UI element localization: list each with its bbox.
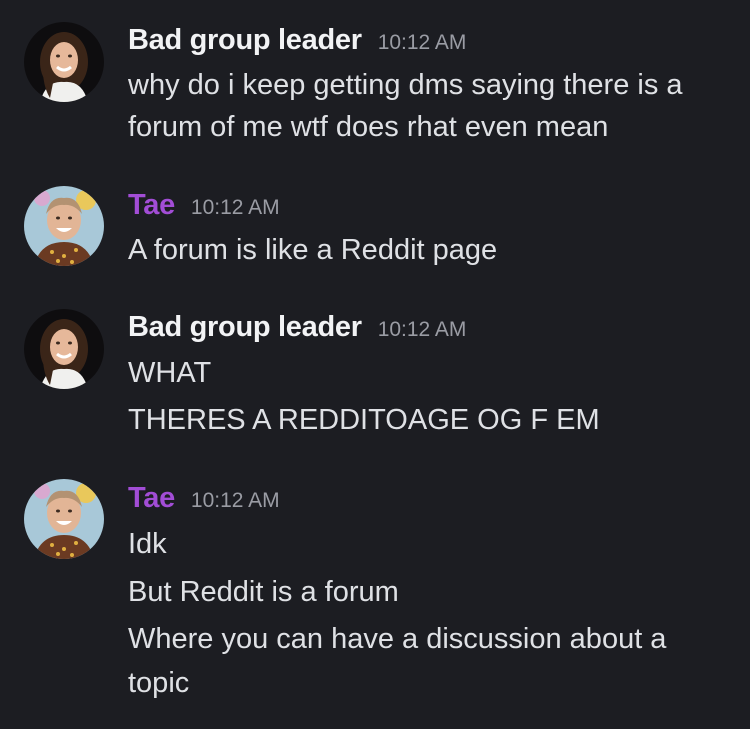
username[interactable]: Bad group leader (128, 311, 362, 344)
message-list: Bad group leader 10:12 AM why do i keep … (0, 0, 750, 729)
timestamp: 10:12 AM (377, 318, 467, 341)
avatar-photo-icon (24, 479, 104, 559)
avatar-photo-icon (24, 22, 104, 102)
user-avatar[interactable] (24, 479, 104, 559)
message-header: Bad group leader 10:12 AM (128, 24, 466, 64)
message-header: Tae 10:12 AM (128, 482, 280, 522)
user-avatar[interactable] (24, 309, 104, 389)
avatar-photo-icon (24, 309, 104, 389)
message-header: Bad group leader 10:12 AM (128, 311, 466, 351)
user-avatar[interactable] (24, 186, 104, 266)
message-text: But Reddit is a forum (128, 576, 399, 608)
message-text: THERES A REDDITOAGE OG F EM (128, 404, 600, 436)
username[interactable]: Tae (128, 189, 175, 222)
message-text: why do i keep getting dms saying there i… (128, 69, 683, 101)
message-text: Where you can have a discussion about a (128, 623, 667, 655)
message-text: topic (128, 667, 190, 699)
timestamp: 10:12 AM (190, 489, 280, 512)
timestamp: 10:12 AM (377, 31, 467, 54)
timestamp: 10:12 AM (190, 196, 280, 219)
avatar-photo-icon (24, 186, 104, 266)
user-avatar[interactable] (24, 22, 104, 102)
message-text: A forum is like a Reddit page (128, 234, 498, 266)
username[interactable]: Bad group leader (128, 24, 362, 57)
message-text: forum of me wtf does rhat even mean (128, 111, 609, 143)
message-text: WHAT (128, 357, 212, 389)
message-text: Idk (128, 528, 167, 560)
username[interactable]: Tae (128, 482, 175, 515)
message-header: Tae 10:12 AM (128, 189, 280, 229)
